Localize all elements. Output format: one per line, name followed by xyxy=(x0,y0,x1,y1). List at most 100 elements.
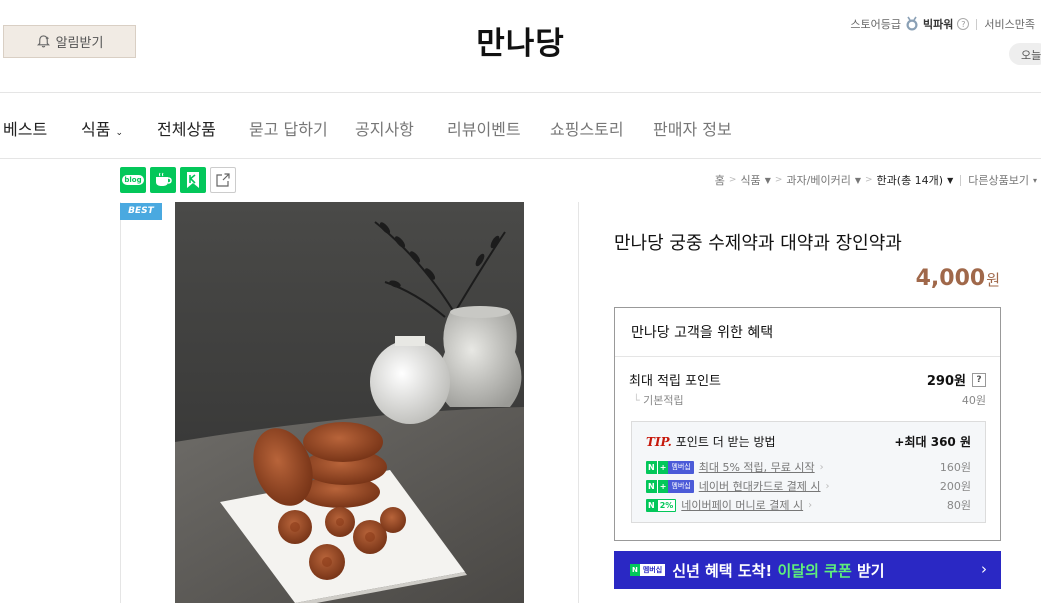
nav-shopping-story[interactable]: 쇼핑스토리 xyxy=(550,116,624,140)
chevron-right-icon: › xyxy=(981,560,987,578)
caret-down-icon[interactable]: ▼ xyxy=(855,176,861,185)
product-price: 4,000 원 xyxy=(916,266,1000,291)
product-name: 만나당 궁중 수제약과 대약과 장인약과 xyxy=(614,233,902,254)
tip-text: 포인트 더 받는 방법 xyxy=(675,435,776,449)
divider xyxy=(976,18,978,30)
service-label: 서비스만족 xyxy=(984,18,1035,31)
nav-seller-info[interactable]: 판매자 정보 xyxy=(653,116,732,140)
badge-membership: 멤버십 xyxy=(668,479,694,493)
today-pill[interactable]: 오늘 xyxy=(1009,43,1041,65)
chevron-right-icon: › xyxy=(819,461,824,473)
product-image[interactable] xyxy=(175,202,524,603)
badge-plus: + xyxy=(656,460,669,474)
tip-link[interactable]: 최대 5% 적립, 무료 시작 xyxy=(699,459,815,475)
crumb-food[interactable]: 식품 xyxy=(740,172,760,188)
nav-food[interactable]: 식품 ⌄ xyxy=(81,116,123,140)
badge-n: N xyxy=(646,498,657,512)
breadcrumb: 홈 > 식품 ▼ > 과자/베이커리 ▼ > 한과(총 14개) ▼ 다른상품보… xyxy=(715,172,1037,188)
tip-value: 80원 xyxy=(946,499,971,512)
yakgwa-photo xyxy=(175,202,524,603)
badge-membership: 멤버십 xyxy=(668,460,694,474)
image-frame-border xyxy=(578,202,579,603)
basic-point-value: 40원 xyxy=(961,394,986,407)
point-help-icon[interactable]: ? xyxy=(972,372,986,387)
max-point-row: 최대 적립 포인트 290원 ? xyxy=(629,370,986,389)
tip-row[interactable]: N + 멤버십 최대 5% 적립, 무료 시작 › 160원 xyxy=(646,459,971,475)
tip-header: TIP. 포인트 더 받는 방법 +최대 360 원 xyxy=(646,433,971,450)
store-grade-bar: 스토어등급 빅파워 ? 서비스만족 xyxy=(850,16,1035,32)
tip-word: TIP. xyxy=(646,435,672,449)
price-value: 4,000 xyxy=(915,266,986,291)
nav-best[interactable]: 베스트 xyxy=(3,116,47,140)
tip-max: +최대 360 원 xyxy=(894,435,971,449)
nav-review-event[interactable]: 리뷰이벤트 xyxy=(447,116,521,140)
tip-box: TIP. 포인트 더 받는 방법 +최대 360 원 N + 멤버십 최대 5% 적립… xyxy=(631,421,986,523)
coupon-part2: 받기 xyxy=(851,561,885,580)
coupon-part1: 신년 혜택 도착! xyxy=(672,561,778,580)
crumb-snack[interactable]: 과자/베이커리 xyxy=(786,172,850,188)
tip-row[interactable]: N 2% 네이버페이 머니로 결제 시 › 80원 xyxy=(646,497,971,513)
chevron-right-icon: › xyxy=(825,480,830,492)
coupon-banner[interactable]: N 멤버십 신년 혜택 도착! 이달의 쿠폰 받기 › xyxy=(614,551,1001,589)
share-button[interactable] xyxy=(210,167,236,193)
grade-badge-icon xyxy=(906,16,918,31)
tip-link[interactable]: 네이버 현대카드로 결제 시 xyxy=(699,478,821,494)
npay-money-badge: N 2% xyxy=(646,498,677,512)
nav-notice[interactable]: 공지사항 xyxy=(355,116,414,140)
tip-row[interactable]: N + 멤버십 네이버 현대카드로 결제 시 › 200원 xyxy=(646,478,971,494)
cafe-share-button[interactable] xyxy=(150,167,176,193)
header-divider xyxy=(0,92,1041,93)
best-badge: BEST xyxy=(120,203,162,220)
image-frame-border xyxy=(120,202,121,603)
basic-point-row: 기본적립 40원 xyxy=(633,392,986,408)
crumb-hangwa[interactable]: 한과(총 14개) xyxy=(877,172,944,188)
caret-down-icon[interactable]: ▼ xyxy=(765,176,771,185)
divider xyxy=(960,174,962,186)
nav-divider xyxy=(0,158,1041,159)
max-point-label: 최대 적립 포인트 xyxy=(629,374,721,389)
share-icon xyxy=(216,173,230,187)
coupon-highlight: 이달의 xyxy=(777,561,819,580)
crumb-arrow-icon: > xyxy=(864,175,873,185)
blog-icon: blog xyxy=(122,175,144,185)
price-unit: 원 xyxy=(986,271,1000,289)
keep-share-button[interactable] xyxy=(180,167,206,193)
chevron-down-icon: ⌄ xyxy=(115,128,124,138)
coupon-highlight: 쿠폰 xyxy=(824,561,852,580)
badge-n: N xyxy=(646,460,657,474)
badge-pct: 2% xyxy=(656,498,677,512)
blog-share-button[interactable]: blog xyxy=(120,167,146,193)
npay-membership-badge: N + 멤버십 xyxy=(646,479,694,493)
badge-membership: 멤버십 xyxy=(639,564,666,576)
store-grade-value: 빅파워 xyxy=(923,18,954,31)
npay-membership-badge: N + 멤버십 xyxy=(646,460,694,474)
cafe-cup-icon xyxy=(156,172,172,186)
share-bar: blog xyxy=(120,167,236,193)
caret-down-icon: ▾ xyxy=(1032,175,1037,185)
bookmark-icon xyxy=(187,172,199,188)
crumb-arrow-icon: > xyxy=(728,175,737,185)
benefit-title: 만나당 고객을 위한 혜택 xyxy=(631,325,774,341)
divider xyxy=(615,356,1000,357)
store-grade-label: 스토어등급 xyxy=(850,18,902,31)
coupon-text: 신년 혜택 도착! 이달의 쿠폰 받기 xyxy=(672,560,884,581)
membership-mini-badge: N 멤버십 xyxy=(630,564,666,576)
badge-n: N xyxy=(646,479,657,493)
basic-point-label: 기본적립 xyxy=(633,392,683,408)
max-point-value: 290원 xyxy=(926,374,966,389)
crumb-home[interactable]: 홈 xyxy=(715,172,725,188)
nav-food-label: 식품 xyxy=(81,120,111,139)
badge-plus: + xyxy=(656,479,669,493)
caret-down-icon[interactable]: ▼ xyxy=(947,176,953,185)
crumb-arrow-icon: > xyxy=(774,175,783,185)
tip-value: 160원 xyxy=(939,461,971,474)
badge-n: N xyxy=(630,564,640,576)
chevron-right-icon: › xyxy=(808,499,813,511)
benefit-box: 만나당 고객을 위한 혜택 최대 적립 포인트 290원 ? 기본적립 40원 … xyxy=(614,307,1001,541)
grade-help-icon[interactable]: ? xyxy=(957,18,970,30)
other-products-link[interactable]: 다른상품보기 xyxy=(968,172,1029,188)
tip-link[interactable]: 네이버페이 머니로 결제 시 xyxy=(681,497,803,513)
tip-value: 200원 xyxy=(939,480,971,493)
nav-all-products[interactable]: 전체상품 xyxy=(157,116,216,140)
nav-qna[interactable]: 묻고 답하기 xyxy=(249,116,328,140)
